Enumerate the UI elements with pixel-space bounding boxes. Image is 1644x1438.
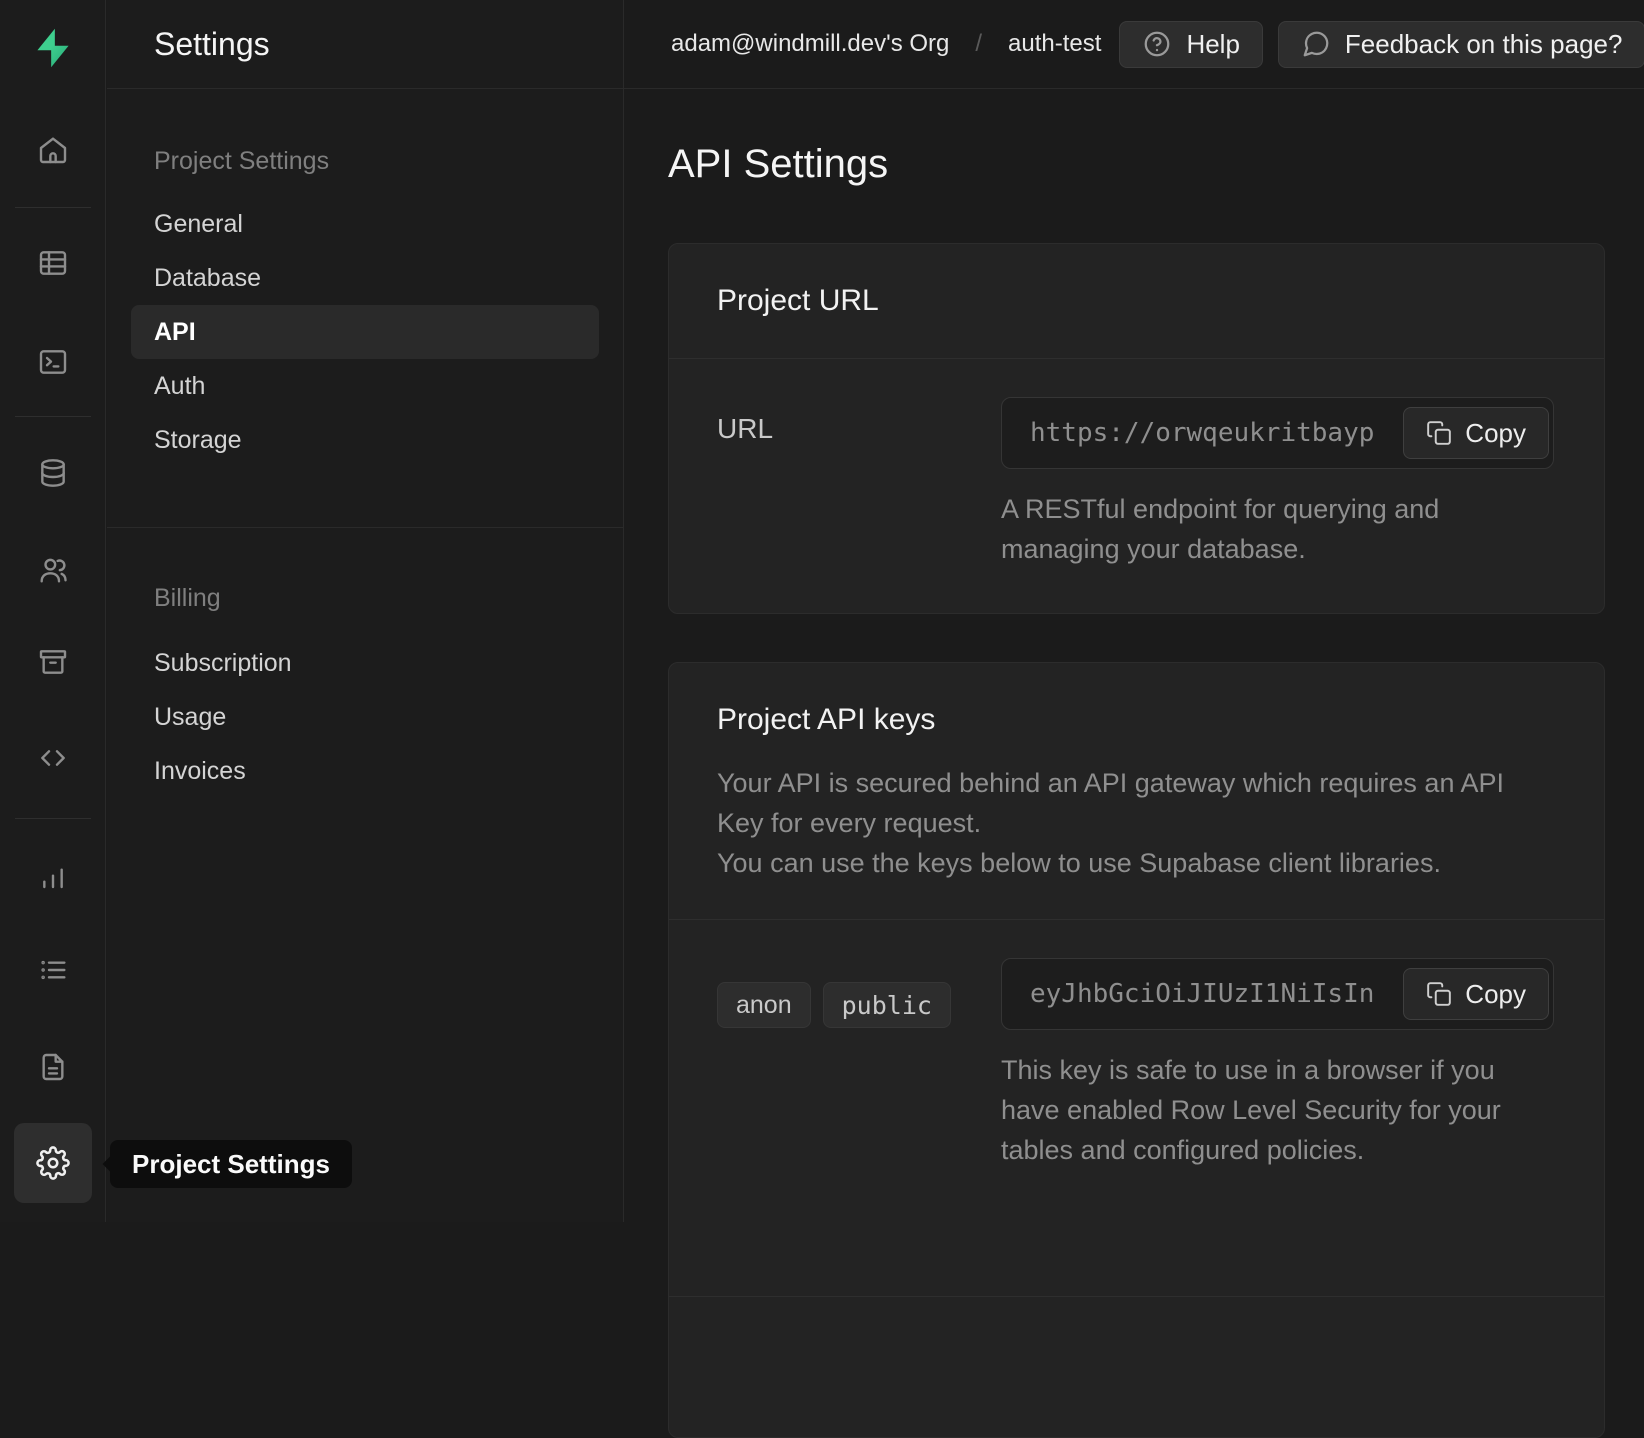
- home-icon[interactable]: [33, 131, 73, 169]
- reports-icon[interactable]: [33, 858, 73, 896]
- section-heading-project-settings: Project Settings: [107, 145, 623, 177]
- anon-key-description: This key is safe to use in a browser if …: [1001, 1050, 1554, 1170]
- project-api-keys-card: Project API keys Your API is secured beh…: [668, 662, 1605, 1438]
- auth-users-icon[interactable]: [33, 551, 73, 589]
- table-editor-icon[interactable]: [33, 244, 73, 282]
- sidebar-section-divider: [107, 527, 623, 528]
- sql-editor-icon[interactable]: [33, 343, 73, 381]
- anon-key-value: eyJhbGciOiJIUzI1NiIsIn: [1030, 979, 1374, 1009]
- anon-key-input[interactable]: eyJhbGciOiJIUzI1NiIsIn Copy: [1001, 958, 1554, 1030]
- section-heading-billing: Billing: [107, 582, 623, 614]
- sidebar-item-invoices[interactable]: Invoices: [107, 744, 623, 798]
- feedback-button[interactable]: Feedback on this page?: [1278, 21, 1644, 68]
- url-row-label: URL: [717, 397, 1001, 569]
- settings-sidebar: Settings Project Settings General Databa…: [107, 0, 624, 1222]
- page-title: API Settings: [668, 139, 1605, 189]
- breadcrumb-org[interactable]: adam@windmill.dev's Org: [671, 30, 949, 58]
- help-button-label: Help: [1186, 29, 1239, 60]
- breadcrumb-project[interactable]: auth-test: [1008, 30, 1101, 58]
- project-settings-tooltip: Project Settings: [110, 1140, 352, 1188]
- api-keys-description-2: You can use the keys below to use Supaba…: [717, 843, 1507, 883]
- anon-badge: anon: [717, 982, 811, 1028]
- top-header: adam@windmill.dev's Org / auth-test Help…: [624, 0, 1644, 89]
- sidebar-item-general[interactable]: General: [107, 197, 623, 251]
- feedback-button-label: Feedback on this page?: [1345, 29, 1623, 60]
- storage-icon[interactable]: [33, 643, 73, 681]
- database-icon[interactable]: [33, 454, 73, 492]
- card-filler: [669, 1297, 1604, 1437]
- rail-divider: [15, 818, 91, 819]
- project-url-value: https://orwqeukritbayp: [1030, 418, 1374, 448]
- docs-icon[interactable]: [33, 1048, 73, 1086]
- settings-sidebar-title: Settings: [107, 0, 623, 89]
- sidebar-item-database[interactable]: Database: [107, 251, 623, 305]
- copy-icon: [1426, 981, 1452, 1007]
- breadcrumb-separator: /: [975, 30, 982, 58]
- settings-gear-icon[interactable]: [14, 1123, 92, 1203]
- api-keys-description-1: Your API is secured behind an API gatewa…: [717, 763, 1507, 843]
- rail-divider: [15, 207, 91, 208]
- edge-functions-icon[interactable]: [33, 739, 73, 777]
- help-circle-icon: [1142, 29, 1172, 59]
- sidebar-item-auth[interactable]: Auth: [107, 359, 623, 413]
- project-url-description: A RESTful endpoint for querying and mana…: [1001, 489, 1554, 569]
- icon-rail: [0, 0, 106, 1222]
- project-url-input[interactable]: https://orwqeukritbayp Copy: [1001, 397, 1554, 469]
- project-url-card-title: Project URL: [717, 280, 1556, 322]
- copy-url-label: Copy: [1465, 418, 1526, 449]
- copy-anon-key-button[interactable]: Copy: [1403, 968, 1549, 1020]
- sidebar-item-usage[interactable]: Usage: [107, 690, 623, 744]
- help-button[interactable]: Help: [1119, 21, 1262, 68]
- copy-url-button[interactable]: Copy: [1403, 407, 1549, 459]
- sidebar-item-storage[interactable]: Storage: [107, 413, 623, 467]
- api-keys-card-title: Project API keys: [717, 699, 1556, 741]
- sidebar-item-api[interactable]: API: [131, 305, 599, 359]
- copy-anon-key-label: Copy: [1465, 979, 1526, 1010]
- public-badge: public: [823, 982, 951, 1028]
- sidebar-item-subscription[interactable]: Subscription: [107, 636, 623, 690]
- speech-bubble-icon: [1301, 29, 1331, 59]
- project-url-card: Project URL URL https://orwqeukritbayp C…: [668, 243, 1605, 614]
- main-area: adam@windmill.dev's Org / auth-test Help…: [624, 0, 1644, 1222]
- rail-divider: [15, 416, 91, 417]
- logs-icon[interactable]: [33, 951, 73, 989]
- supabase-logo-icon[interactable]: [29, 24, 77, 72]
- copy-icon: [1426, 420, 1452, 446]
